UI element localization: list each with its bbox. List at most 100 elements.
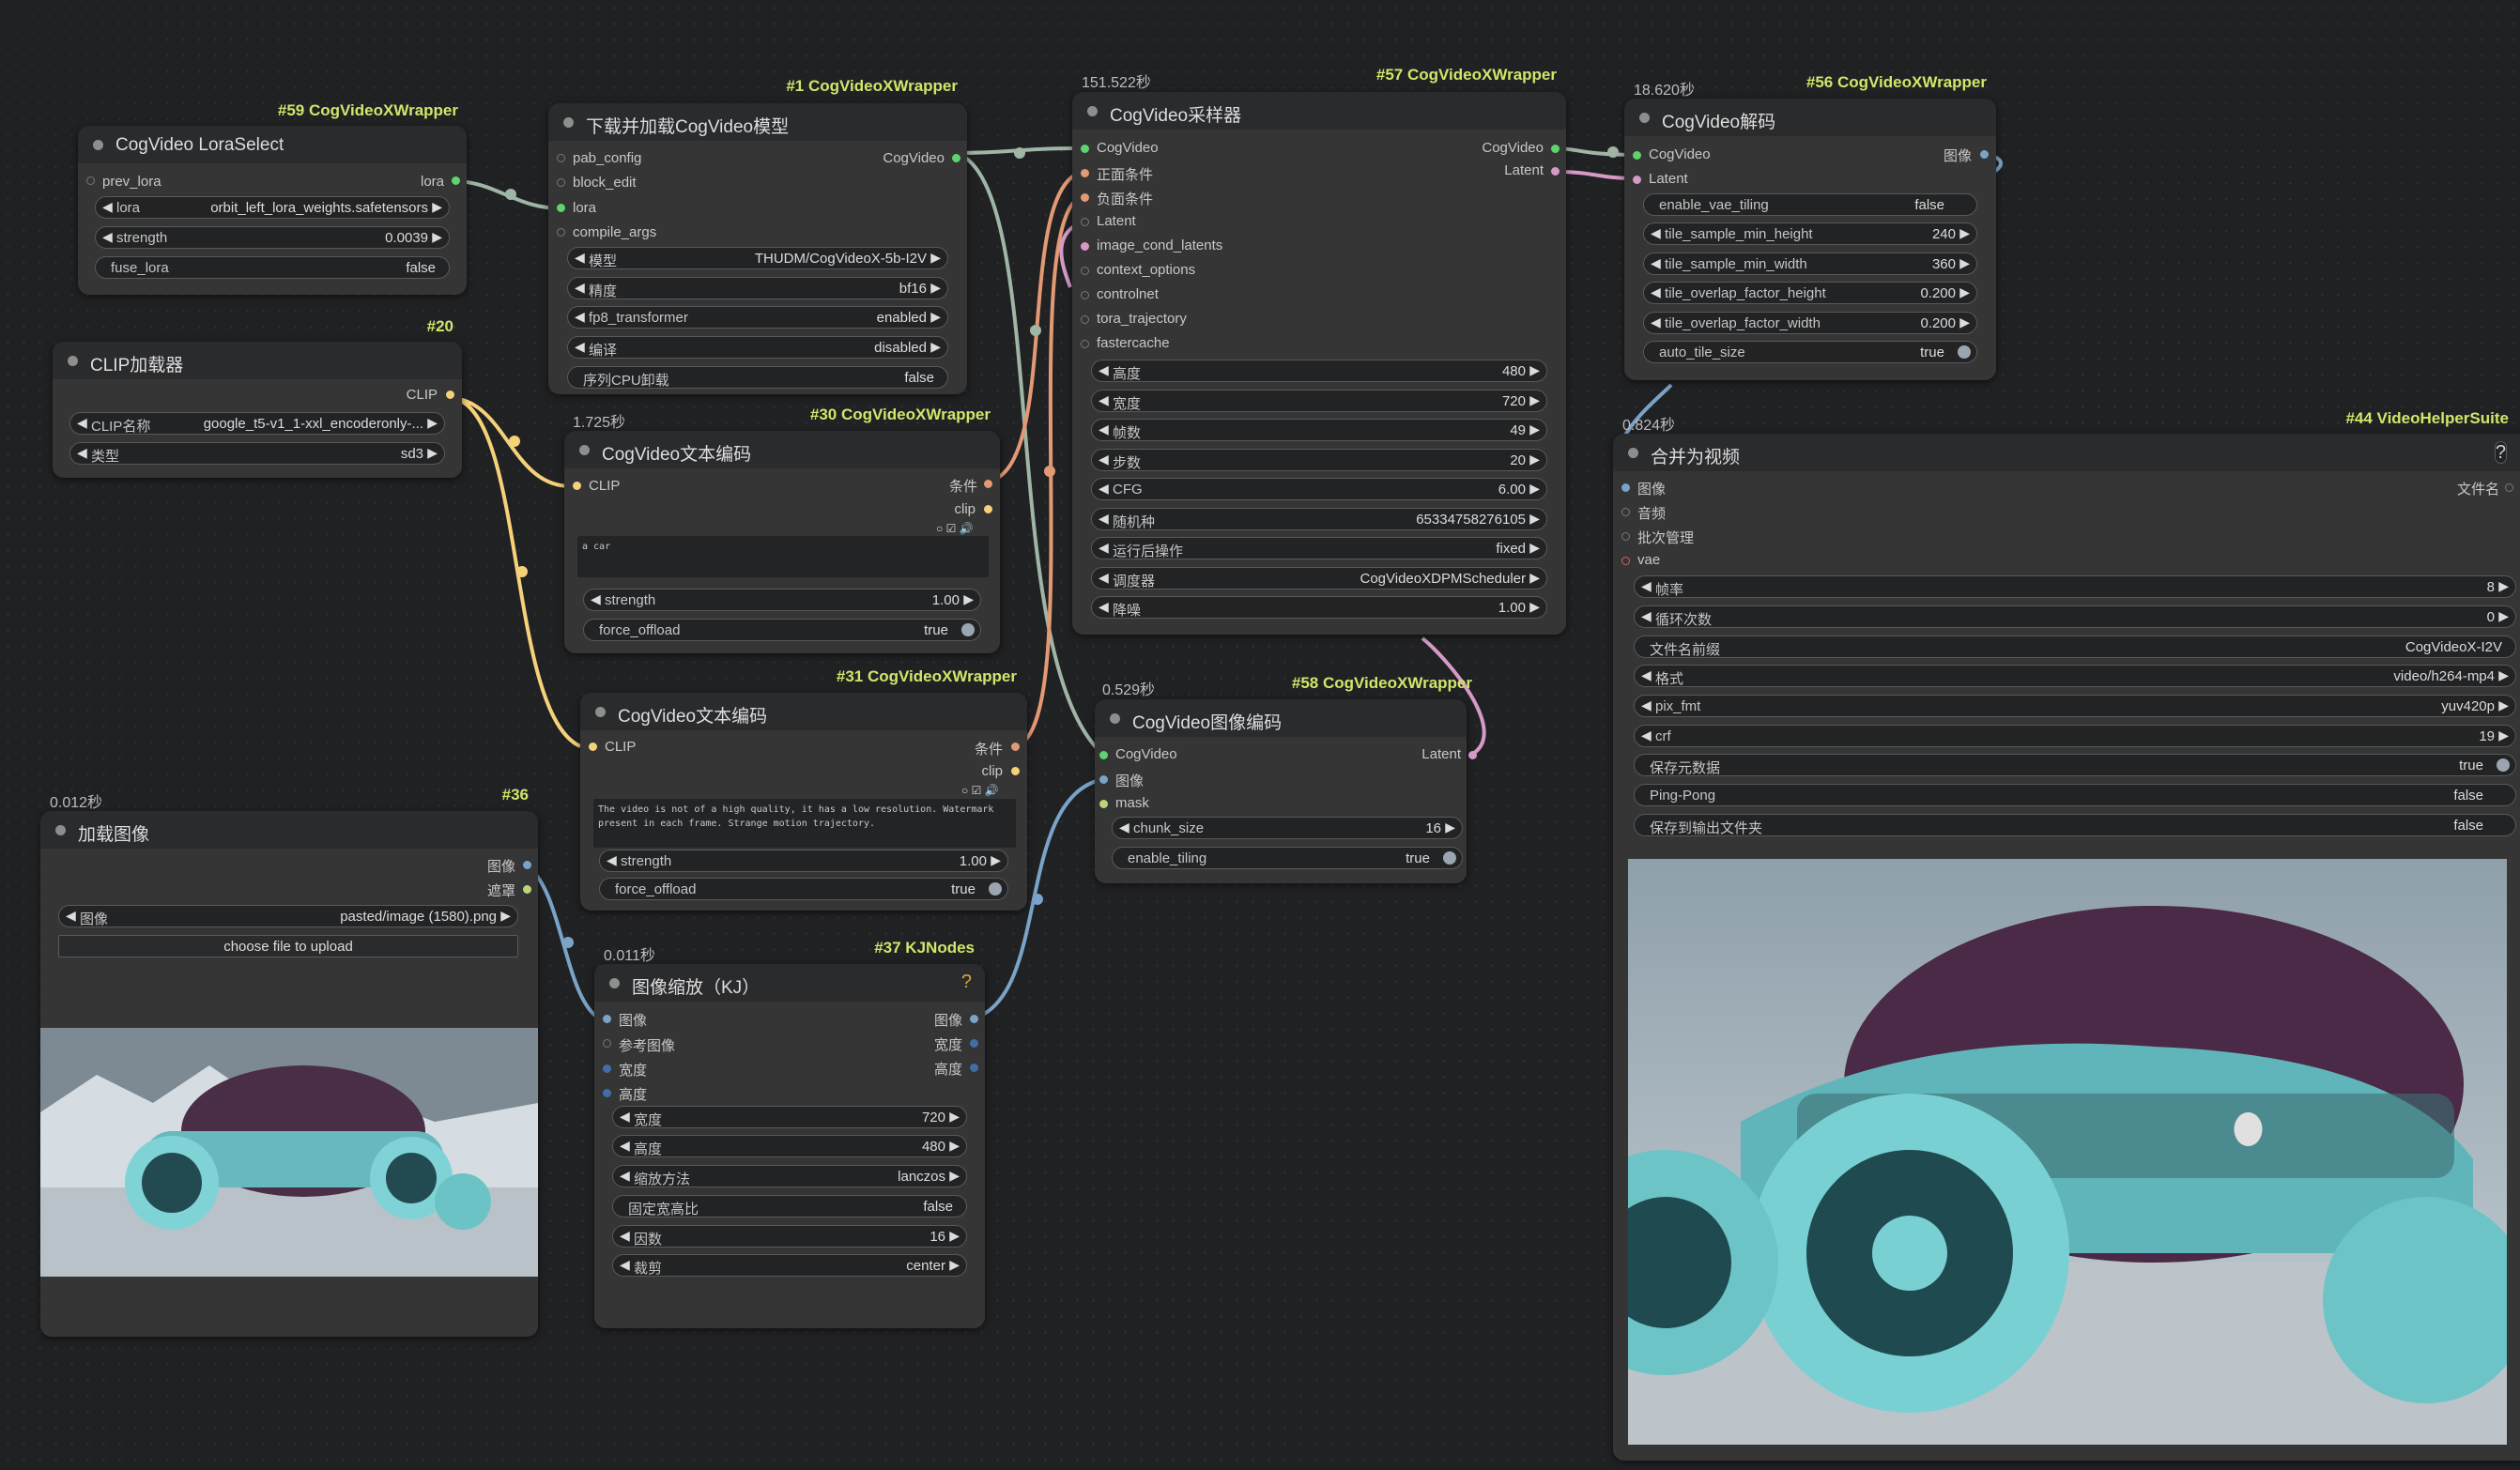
arrow-left-icon[interactable]: ◀ (620, 1109, 630, 1125)
output-slot-icon[interactable] (1011, 767, 1020, 775)
node-header[interactable]: CogVideo解码 (1624, 99, 1996, 136)
node-header[interactable]: CogVideo LoraSelect (78, 126, 467, 163)
arrow-right-icon[interactable]: ▶ (930, 309, 941, 325)
arrow-left-icon[interactable]: ◀ (575, 250, 585, 266)
collapse-dot-icon[interactable] (595, 707, 606, 717)
crop-combo[interactable]: ◀ 裁剪 center ▶ (612, 1254, 967, 1277)
arrow-right-icon[interactable]: ▶ (2498, 608, 2509, 624)
prompt-textarea[interactable]: The video is not of a high quality, it h… (593, 799, 1016, 848)
force-offload-toggle[interactable]: force_offload true (583, 619, 981, 641)
arrow-right-icon[interactable]: ▶ (1529, 421, 1540, 437)
pix-fmt-combo[interactable]: ◀ pix_fmt yuv420p ▶ (1634, 695, 2516, 717)
arrow-right-icon[interactable]: ▶ (1529, 392, 1540, 408)
arrow-right-icon[interactable]: ▶ (427, 415, 438, 431)
input-slot-icon[interactable] (1081, 291, 1089, 299)
arrow-left-icon[interactable]: ◀ (1651, 255, 1661, 271)
arrow-left-icon[interactable]: ◀ (620, 1138, 630, 1154)
input-slot-icon[interactable] (603, 1089, 611, 1097)
chunk-size-number[interactable]: ◀ chunk_size 16 ▶ (1112, 817, 1463, 839)
arrow-right-icon[interactable]: ▶ (1445, 819, 1455, 835)
node-text-encode-negative[interactable]: CogVideo文本编码 CLIP 条件 clip ○ ☑ 🔊 The vide… (580, 693, 1027, 911)
collapse-dot-icon[interactable] (1110, 713, 1120, 724)
node-header[interactable]: 下载并加载CogVideo模型 (548, 103, 967, 141)
arrow-left-icon[interactable]: ◀ (575, 309, 585, 325)
arrow-left-icon[interactable]: ◀ (1099, 452, 1109, 467)
height-number[interactable]: ◀ 高度 480 ▶ (1091, 360, 1547, 382)
node-lora-select[interactable]: CogVideo LoraSelect prev_lora lora ◀ lor… (78, 126, 467, 295)
arrow-left-icon[interactable]: ◀ (1641, 608, 1652, 624)
node-load-image[interactable]: 加载图像 图像 遮罩 ◀ 图像 pasted/image (1580).png … (40, 811, 538, 1337)
arrow-left-icon[interactable]: ◀ (1099, 540, 1109, 556)
input-slot-icon[interactable] (557, 204, 565, 212)
input-slot-icon[interactable] (1081, 169, 1089, 177)
input-slot-icon[interactable] (1081, 267, 1089, 275)
input-slot-icon[interactable] (1621, 483, 1630, 492)
media-controls-icon[interactable]: ○ ☑ 🔊 (961, 784, 999, 797)
node-download-model[interactable]: 下载并加载CogVideo模型 pab_config block_edit lo… (548, 103, 967, 394)
help-icon[interactable]: ? (961, 972, 972, 993)
control-after-generate-combo[interactable]: ◀ 运行后操作 fixed ▶ (1091, 537, 1547, 559)
arrow-left-icon[interactable]: ◀ (620, 1228, 630, 1244)
input-slot-icon[interactable] (557, 178, 565, 187)
crf-number[interactable]: ◀ crf 19 ▶ (1634, 725, 2516, 747)
arrow-left-icon[interactable]: ◀ (1119, 819, 1129, 835)
arrow-right-icon[interactable]: ▶ (930, 280, 941, 296)
clip-type-combo[interactable]: ◀ 类型 sd3 ▶ (69, 442, 445, 465)
arrow-right-icon[interactable]: ▶ (2498, 667, 2509, 683)
arrow-left-icon[interactable]: ◀ (77, 445, 87, 461)
arrow-right-icon[interactable]: ▶ (2498, 727, 2509, 743)
toggle-knob-icon[interactable] (961, 623, 975, 636)
node-clip-loader[interactable]: CLIP加载器 CLIP ◀ CLIP名称 google_t5-v1_1-xxl… (53, 342, 462, 478)
ping-pong-toggle[interactable]: Ping-Pong false (1634, 784, 2516, 806)
arrow-right-icon[interactable]: ▶ (949, 1257, 960, 1273)
node-image-scale[interactable]: 图像缩放（KJ） ? 图像 参考图像 宽度 高度 图像 宽度 高度 ◀ 宽度 7… (594, 964, 985, 1328)
media-controls-icon[interactable]: ○ ☑ 🔊 (936, 522, 974, 535)
collapse-dot-icon[interactable] (1639, 113, 1650, 123)
model-combo[interactable]: ◀ 模型 THUDM/CogVideoX-5b-I2V ▶ (567, 247, 948, 269)
fuse-lora-toggle[interactable]: fuse_lora false (95, 256, 450, 279)
arrow-left-icon[interactable]: ◀ (575, 339, 585, 355)
arrow-right-icon[interactable]: ▶ (991, 852, 1001, 868)
steps-number[interactable]: ◀ 步数 20 ▶ (1091, 449, 1547, 471)
arrow-right-icon[interactable]: ▶ (1959, 225, 1970, 241)
format-combo[interactable]: ◀ 格式 video/h264-mp4 ▶ (1634, 665, 2516, 687)
denoise-number[interactable]: ◀ 降噪 1.00 ▶ (1091, 596, 1547, 619)
arrow-left-icon[interactable]: ◀ (77, 415, 87, 431)
output-slot-icon[interactable] (1468, 751, 1477, 759)
prompt-textarea[interactable]: a car (577, 536, 989, 577)
input-slot-icon[interactable] (557, 228, 565, 237)
arrow-right-icon[interactable]: ▶ (1529, 452, 1540, 467)
output-slot-icon[interactable] (446, 390, 454, 399)
node-header[interactable]: CogVideo文本编码 (580, 693, 1027, 730)
tile-sample-min-width-number[interactable]: ◀ tile_sample_min_width 360 ▶ (1643, 253, 1977, 275)
arrow-left-icon[interactable]: ◀ (1099, 362, 1109, 378)
node-header[interactable]: CLIP加载器 (53, 342, 462, 379)
arrow-left-icon[interactable]: ◀ (620, 1257, 630, 1273)
arrow-right-icon[interactable]: ▶ (1529, 540, 1540, 556)
toggle-knob-icon[interactable] (989, 882, 1002, 896)
collapse-dot-icon[interactable] (55, 825, 66, 835)
input-slot-icon[interactable] (603, 1015, 611, 1023)
arrow-right-icon[interactable]: ▶ (949, 1109, 960, 1125)
output-slot-icon[interactable] (952, 154, 960, 162)
arrow-right-icon[interactable]: ▶ (1529, 570, 1540, 586)
node-header[interactable]: CogVideo采样器 (1072, 92, 1566, 130)
arrow-left-icon[interactable]: ◀ (1651, 284, 1661, 300)
input-slot-icon[interactable] (1081, 340, 1089, 348)
output-slot-icon[interactable] (1551, 145, 1560, 153)
seed-number[interactable]: ◀ 随机种 65334758276105 ▶ (1091, 508, 1547, 530)
save-metadata-toggle[interactable]: 保存元数据 true (1634, 754, 2516, 776)
arrow-right-icon[interactable]: ▶ (1529, 599, 1540, 615)
width-number[interactable]: ◀ 宽度 720 ▶ (612, 1106, 967, 1128)
arrow-right-icon[interactable]: ▶ (949, 1168, 960, 1184)
arrow-right-icon[interactable]: ▶ (949, 1138, 960, 1154)
output-slot-icon[interactable] (2505, 483, 2513, 492)
lora-combo[interactable]: ◀ lora orbit_left_lora_weights.safetenso… (95, 196, 450, 219)
arrow-left-icon[interactable]: ◀ (1641, 697, 1652, 713)
input-slot-icon[interactable] (1099, 800, 1108, 808)
input-slot-icon[interactable] (1633, 151, 1641, 160)
arrow-left-icon[interactable]: ◀ (1641, 667, 1652, 683)
arrow-left-icon[interactable]: ◀ (1651, 314, 1661, 330)
arrow-right-icon[interactable]: ▶ (963, 591, 974, 607)
video-preview[interactable] (1628, 859, 2507, 1445)
